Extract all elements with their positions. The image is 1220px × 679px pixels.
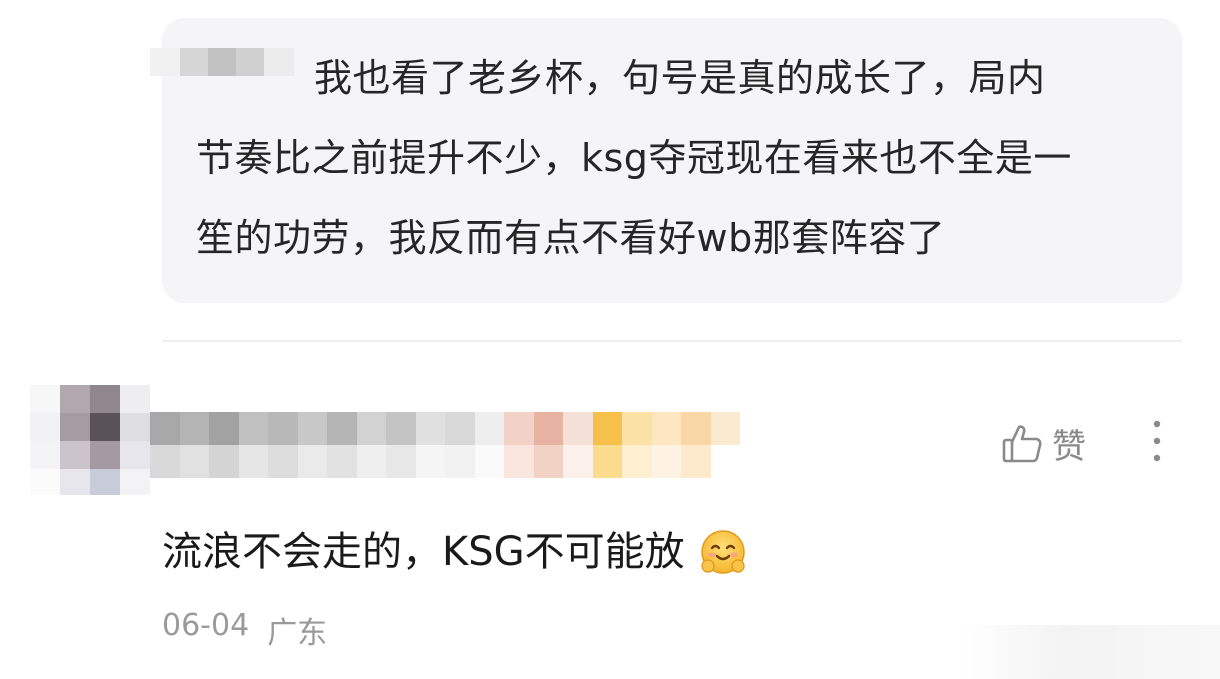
comment-text: 流浪不会走的，KSG不可能放 [162, 529, 685, 575]
like-button[interactable]: 赞 [1000, 418, 1086, 468]
avatar[interactable] [30, 385, 150, 495]
comment-meta: 06-04 广东 [162, 608, 327, 652]
vertical-ellipsis-icon [1140, 420, 1174, 472]
watermark-area [960, 625, 1220, 679]
username-blurred[interactable] [150, 412, 740, 478]
thumbs-up-icon [1000, 421, 1044, 465]
comment-body: 流浪不会走的，KSG不可能放 [162, 522, 747, 582]
comment-date: 06-04 [162, 608, 250, 643]
more-options-button[interactable] [1140, 418, 1174, 468]
like-label: 赞 [1052, 426, 1086, 467]
quoted-text-line-3: 笙的功劳，我反而有点不看好wb那套阵容了 [196, 216, 946, 260]
divider [162, 340, 1182, 342]
smiling-hug-emoji-icon [699, 528, 747, 576]
quoted-reply-text: 我也看了老乡杯，句号是真的成长了，局内 节奏比之前提升不少，ksg夺冠现在看来也… [196, 38, 1156, 278]
quoted-text-line-2: 节奏比之前提升不少，ksg夺冠现在看来也不全是一 [196, 136, 1072, 180]
quoted-text-line-1: 我也看了老乡杯，句号是真的成长了，局内 [314, 56, 1046, 100]
comment-location: 广东 [267, 616, 328, 651]
